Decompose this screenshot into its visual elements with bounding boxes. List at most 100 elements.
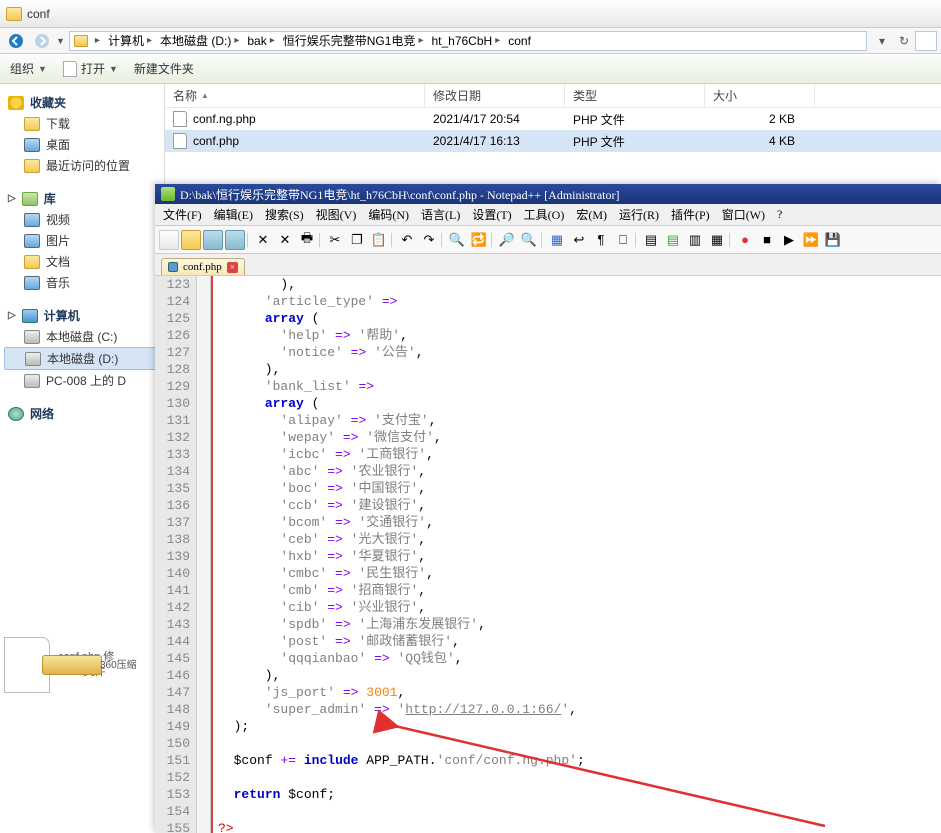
sync-scroll-icon[interactable]: ▦	[547, 230, 567, 250]
new-file-icon[interactable]	[159, 230, 179, 250]
save-all-icon[interactable]	[225, 230, 245, 250]
path-dropdown-icon[interactable]: ▾	[871, 31, 893, 51]
menu-item[interactable]: 宏(M)	[572, 204, 611, 225]
npp-titlebar[interactable]: D:\bak\恒行娱乐完整带NG1电竞\ht_h76CbH\conf\conf.…	[155, 184, 941, 204]
back-button[interactable]	[4, 30, 28, 52]
music-icon	[24, 276, 40, 290]
npp-title-text: D:\bak\恒行娱乐完整带NG1电竞\ht_h76CbH\conf\conf.…	[180, 186, 619, 203]
file-row[interactable]: conf.php 2021/4/17 16:13 PHP 文件 4 KB	[165, 130, 941, 152]
nav-dropdown-icon[interactable]: ▼	[56, 36, 65, 46]
record-icon[interactable]: ●	[735, 230, 755, 250]
path-conf[interactable]: conf	[508, 34, 531, 48]
indent-guide-icon[interactable]: ⎕	[613, 230, 633, 250]
save-macro-icon[interactable]: 💾	[823, 230, 843, 250]
menu-item[interactable]: 工具(O)	[520, 204, 569, 225]
col-date[interactable]: 修改日期	[425, 84, 565, 107]
taskbar-item[interactable]	[42, 655, 102, 675]
drive-icon	[24, 330, 40, 344]
file-row[interactable]: conf.ng.php 2021/4/17 20:54 PHP 文件 2 KB	[165, 108, 941, 130]
print-icon[interactable]: 🖶	[297, 230, 317, 250]
save-icon[interactable]	[203, 230, 223, 250]
taskbar-label: 360压缩	[100, 656, 137, 671]
sidebar-videos[interactable]: 视频	[4, 209, 160, 230]
file-type: PHP 文件	[565, 109, 705, 130]
fold-gutter[interactable]	[197, 276, 211, 833]
menu-item[interactable]: 视图(V)	[312, 204, 361, 225]
desktop-icon	[24, 138, 40, 152]
paste-icon[interactable]: 📋	[369, 230, 389, 250]
stop-icon[interactable]: ■	[757, 230, 777, 250]
path-bak[interactable]: bak	[247, 34, 266, 48]
sidebar-drive-c[interactable]: 本地磁盘 (C:)	[4, 326, 160, 347]
func-list-icon[interactable]: ▦	[707, 230, 727, 250]
menu-item[interactable]: 插件(P)	[667, 204, 714, 225]
menu-item[interactable]: 运行(R)	[615, 204, 663, 225]
zoom-out-icon[interactable]: 🔍	[519, 230, 539, 250]
sidebar-documents[interactable]: 文档	[4, 251, 160, 272]
editor-area[interactable]: 1231241251261271281291301311321331341351…	[155, 276, 941, 833]
sidebar-desktop[interactable]: 桌面	[4, 134, 160, 155]
play-icon[interactable]: ▶	[779, 230, 799, 250]
tab-conf-php[interactable]: conf.php ×	[161, 258, 245, 275]
sidebar-music[interactable]: 音乐	[4, 272, 160, 293]
path-drive[interactable]: 本地磁盘 (D:)	[160, 32, 231, 49]
folder-icon	[6, 7, 22, 21]
undo-icon[interactable]: ↶	[397, 230, 417, 250]
close-all-icon[interactable]: ✕	[275, 230, 295, 250]
menu-item[interactable]: ?	[773, 205, 786, 224]
star-icon	[8, 96, 24, 110]
menu-item[interactable]: 搜索(S)	[261, 204, 308, 225]
menu-item[interactable]: 语言(L)	[417, 204, 464, 225]
folder-view-icon[interactable]: ▤	[663, 230, 683, 250]
sidebar-favorites-head[interactable]: 收藏夹	[4, 92, 160, 113]
forward-button[interactable]	[30, 30, 54, 52]
menu-item[interactable]: 设置(T)	[468, 204, 515, 225]
code-content[interactable]: ), 'article_type' => array ( 'help' => '…	[214, 276, 941, 833]
path-proj[interactable]: 恒行娱乐完整带NG1电竞	[283, 32, 416, 49]
sidebar-network-drive[interactable]: PC-008 上的 D	[4, 370, 160, 391]
refresh-button[interactable]: ↻	[893, 31, 915, 51]
window-title: conf	[27, 7, 50, 21]
sidebar-computer-head[interactable]: ▷计算机	[4, 305, 160, 326]
organize-button[interactable]: 组织▼	[10, 60, 47, 77]
col-name[interactable]: 名称▲	[165, 84, 425, 107]
path-computer[interactable]: 计算机	[108, 32, 144, 49]
sidebar-downloads[interactable]: 下载	[4, 113, 160, 134]
file-size: 2 KB	[705, 110, 815, 128]
cut-icon[interactable]: ✂	[325, 230, 345, 250]
replace-icon[interactable]: 🔁	[469, 230, 489, 250]
lang-icon[interactable]: ▤	[641, 230, 661, 250]
menu-item[interactable]: 窗口(W)	[718, 204, 769, 225]
address-bar[interactable]: ▸ 计算机▸ 本地磁盘 (D:)▸ bak▸ 恒行娱乐完整带NG1电竞▸ ht_…	[69, 31, 867, 51]
titlebar[interactable]: conf	[0, 0, 941, 28]
zoom-in-icon[interactable]: 🔎	[497, 230, 517, 250]
file-icon	[173, 111, 187, 127]
new-folder-button[interactable]: 新建文件夹	[134, 60, 194, 77]
show-chars-icon[interactable]: ¶	[591, 230, 611, 250]
wordwrap-icon[interactable]: ↩	[569, 230, 589, 250]
redo-icon[interactable]: ↷	[419, 230, 439, 250]
sidebar-network-head[interactable]: 网络	[4, 403, 160, 424]
file-name: conf.ng.php	[193, 112, 256, 126]
find-icon[interactable]: 🔍	[447, 230, 467, 250]
close-icon[interactable]: ✕	[253, 230, 273, 250]
col-size[interactable]: 大小	[705, 84, 815, 107]
copy-icon[interactable]: ❐	[347, 230, 367, 250]
open-button[interactable]: 打开▼	[63, 60, 118, 77]
col-type[interactable]: 类型	[565, 84, 705, 107]
path-ht[interactable]: ht_h76CbH	[431, 34, 492, 48]
sidebar-libraries-head[interactable]: ▷库	[4, 188, 160, 209]
npp-menubar: 文件(F)编辑(E)搜索(S)视图(V)编码(N)语言(L)设置(T)工具(O)…	[155, 204, 941, 226]
path-root-icon	[74, 35, 88, 47]
menu-item[interactable]: 文件(F)	[159, 204, 206, 225]
open-file-icon[interactable]	[181, 230, 201, 250]
menu-item[interactable]: 编辑(E)	[210, 204, 257, 225]
tab-close-icon[interactable]: ×	[227, 262, 238, 273]
sidebar-drive-d[interactable]: 本地磁盘 (D:)	[4, 347, 160, 370]
sidebar-recent[interactable]: 最近访问的位置	[4, 155, 160, 176]
doc-map-icon[interactable]: ▥	[685, 230, 705, 250]
search-input[interactable]	[915, 31, 937, 51]
play-multi-icon[interactable]: ⏩	[801, 230, 821, 250]
menu-item[interactable]: 编码(N)	[364, 204, 413, 225]
sidebar-pictures[interactable]: 图片	[4, 230, 160, 251]
